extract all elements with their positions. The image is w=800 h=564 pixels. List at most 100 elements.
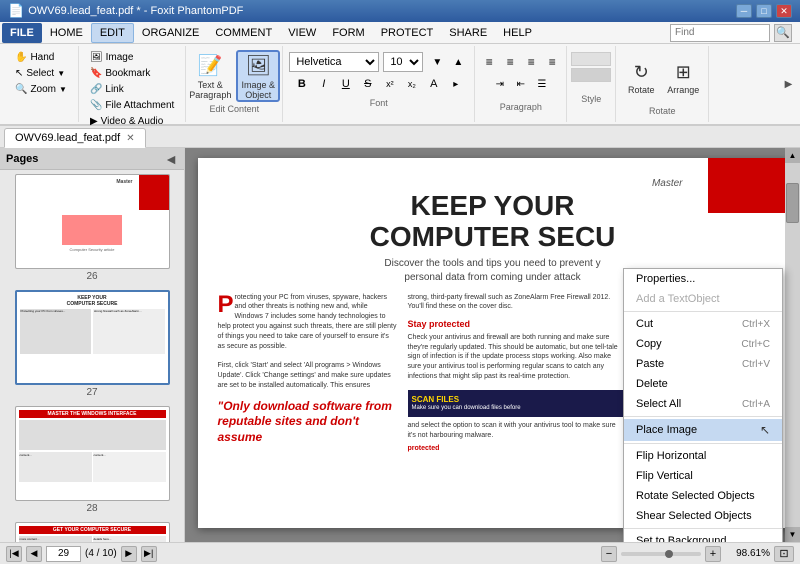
zoom-controls: − + 98.61% ⊡ (601, 546, 794, 562)
zoom-tool-button[interactable]: 🔍 Zoom ▼ (10, 82, 72, 97)
prev-page-button[interactable]: ◀ (26, 546, 42, 562)
scan-text: Make sure you can download files before (412, 405, 620, 413)
arrange-button[interactable]: ⊞ Arrange (664, 52, 702, 104)
bookmark-button[interactable]: 🔖 Bookmark (85, 66, 179, 81)
ctx-flip-vertical[interactable]: Flip Vertical (624, 466, 782, 486)
ctx-cut[interactable]: Cut Ctrl+X (624, 314, 782, 334)
page-28-thumbnail[interactable]: MASTER THE WINDOWS INTERFACE content... … (15, 406, 170, 501)
image-object-button[interactable]: 🖼 Image &Object (236, 50, 280, 102)
ctx-copy[interactable]: Copy Ctrl+C (624, 334, 782, 354)
bold-button[interactable]: B (292, 74, 312, 94)
font-format-bar: B I U S x² x₂ A ▸ (292, 74, 466, 94)
rotate-arrange: ↻ Rotate ⊞ Arrange (622, 52, 702, 104)
first-page-button[interactable]: |◀ (6, 546, 22, 562)
subscript-button[interactable]: x₂ (402, 74, 422, 94)
ctx-flip-horizontal[interactable]: Flip Horizontal (624, 446, 782, 466)
menu-edit[interactable]: EDIT (91, 23, 134, 43)
scroll-track[interactable] (785, 163, 800, 527)
scroll-down-button[interactable]: ▼ (785, 527, 800, 542)
font-increase-button[interactable]: ▲ (448, 52, 468, 72)
image-button[interactable]: 🖼 Image (85, 50, 179, 65)
panel-toggle-button[interactable]: ◄ (164, 151, 178, 167)
pdf-red-accent (708, 158, 788, 213)
font-family-select[interactable]: Helvetica (289, 52, 379, 72)
search-button[interactable]: 🔍 (774, 24, 792, 42)
search-input[interactable] (670, 24, 770, 42)
italic-button[interactable]: I (314, 74, 334, 94)
ctx-shear-objects[interactable]: Shear Selected Objects (624, 506, 782, 526)
page-26-thumbnail[interactable]: Master Computer Security article (15, 174, 170, 269)
menu-view[interactable]: VIEW (280, 23, 324, 43)
align-center-button[interactable]: ≡ (500, 52, 520, 72)
app-icon: 📄 (8, 3, 24, 19)
page-number-input[interactable] (46, 546, 81, 562)
outdent-button[interactable]: ⇤ (511, 74, 531, 94)
align-right-button[interactable]: ≡ (521, 52, 541, 72)
font-more-button[interactable]: ▸ (446, 74, 466, 94)
link-button[interactable]: 🔗 Link (85, 82, 179, 97)
minimize-button[interactable]: ─ (736, 4, 752, 18)
video-icon: ▶ (90, 116, 98, 127)
page-29-thumbnail[interactable]: GET YOUR COMPUTER SECURE more content...… (15, 522, 170, 542)
ctx-paste[interactable]: Paste Ctrl+V (624, 354, 782, 374)
main-area: Pages ◄ Master Computer Security article… (0, 148, 800, 542)
list-button[interactable]: ☰ (532, 74, 552, 94)
align-left-button[interactable]: ≡ (479, 52, 499, 72)
fit-page-button[interactable]: ⊡ (774, 546, 794, 562)
menu-home[interactable]: HOME (42, 23, 91, 43)
close-button[interactable]: ✕ (776, 4, 792, 18)
select-tool-button[interactable]: ↖ Select ▼ (10, 66, 72, 81)
zoom-slider-thumb[interactable] (665, 550, 673, 558)
font-color-button[interactable]: A (424, 74, 444, 94)
ctx-place-image[interactable]: Place Image ↖ (624, 419, 782, 441)
superscript-button[interactable]: x² (380, 74, 400, 94)
tab-filename: OWV69.lead_feat.pdf (15, 132, 120, 144)
hand-tool-button[interactable]: ✋ Hand (10, 50, 72, 65)
zoom-slider[interactable] (621, 552, 701, 556)
tab-bar: OWV69.lead_feat.pdf ✕ (0, 126, 800, 148)
text-paragraph-button[interactable]: 📝 Text &Paragraph (188, 50, 232, 102)
tab-close-button[interactable]: ✕ (126, 133, 134, 144)
list-item: Master Computer Security article 26 (4, 174, 180, 282)
ctx-rotate-objects[interactable]: Rotate Selected Objects (624, 486, 782, 506)
text-paragraph-icon: 📝 (198, 53, 223, 78)
video-audio-button[interactable]: ▶ Video & Audio (85, 114, 179, 129)
scroll-thumb[interactable] (786, 183, 799, 223)
align-justify-button[interactable]: ≡ (542, 52, 562, 72)
toolbar-scroll-right[interactable]: ▶ (781, 46, 796, 122)
page-27-thumbnail[interactable]: KEEP YOURCOMPUTER SECURE Protecting your… (15, 290, 170, 385)
menu-bar: FILE HOME EDIT ORGANIZE COMMENT VIEW FOR… (0, 22, 800, 44)
indent-button[interactable]: ⇥ (490, 74, 510, 94)
toolbar-group-tools: ✋ Hand ↖ Select ▼ 🔍 Zoom ▼ (4, 46, 79, 122)
menu-share[interactable]: SHARE (441, 23, 495, 43)
menu-comment[interactable]: COMMENT (207, 23, 280, 43)
menu-file[interactable]: FILE (2, 23, 42, 43)
ctx-delete[interactable]: Delete (624, 374, 782, 394)
file-attach-button[interactable]: 📎 File Attachment (85, 98, 179, 113)
ctx-sep3 (624, 443, 782, 444)
zoom-out-button[interactable]: − (601, 546, 617, 562)
ctx-properties[interactable]: Properties... (624, 269, 782, 289)
underline-button[interactable]: U (336, 74, 356, 94)
font-decrease-button[interactable]: ▼ (427, 52, 447, 72)
last-page-button[interactable]: ▶| (141, 546, 157, 562)
font-top-bar: Helvetica 10 ▼ ▲ (289, 52, 468, 72)
font-size-select[interactable]: 10 (383, 52, 423, 72)
thumbnail-list: Master Computer Security article 26 KEEP… (0, 170, 184, 542)
strikethrough-button[interactable]: S (358, 74, 378, 94)
zoom-in-button[interactable]: + (705, 546, 721, 562)
menu-form[interactable]: FORM (324, 23, 372, 43)
status-nav: |◀ ◀ (4 / 10) ▶ ▶| (6, 546, 157, 562)
pdf-main-title: KEEP YOUR COMPUTER SECU (218, 191, 768, 253)
document-tab[interactable]: OWV69.lead_feat.pdf ✕ (4, 128, 146, 148)
menu-help[interactable]: HELP (495, 23, 540, 43)
menu-organize[interactable]: ORGANIZE (134, 23, 207, 43)
ctx-select-all[interactable]: Select All Ctrl+A (624, 394, 782, 414)
rotate-button[interactable]: ↻ Rotate (622, 52, 660, 104)
drop-cap: P (218, 293, 234, 317)
next-page-button[interactable]: ▶ (121, 546, 137, 562)
scroll-up-button[interactable]: ▲ (785, 148, 800, 163)
maximize-button[interactable]: □ (756, 4, 772, 18)
menu-protect[interactable]: PROTECT (373, 23, 442, 43)
ctx-set-background[interactable]: Set to Background (624, 531, 782, 542)
